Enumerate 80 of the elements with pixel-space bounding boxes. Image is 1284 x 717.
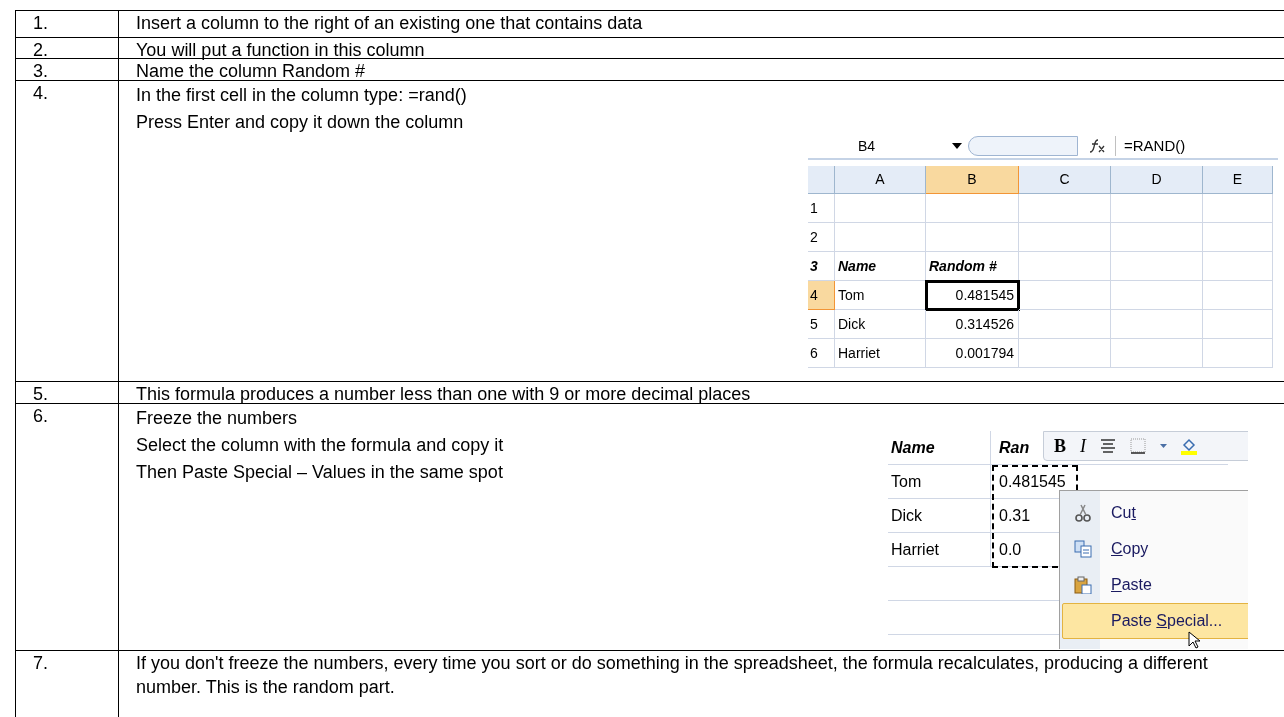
sheet-cell[interactable] (1203, 310, 1273, 339)
row-header[interactable]: 5 (808, 310, 835, 339)
sheet-cell[interactable] (1019, 252, 1111, 281)
formula-text[interactable]: =RAND() (1116, 134, 1186, 158)
column-header[interactable]: B (926, 166, 1019, 194)
select-all-corner[interactable] (808, 166, 835, 194)
instruction-text: This formula produces a number less than one with 9 or more decimal places (136, 384, 751, 404)
step-number: 7. (33, 653, 48, 673)
sheet-cell[interactable] (1019, 310, 1111, 339)
sheet-cell[interactable] (835, 223, 926, 252)
sheet-cell[interactable] (835, 194, 926, 223)
row-header[interactable]: 2 (808, 223, 835, 252)
row-header[interactable]: 4 (808, 281, 835, 310)
sheet-cell[interactable] (1203, 281, 1273, 310)
sheet-cell[interactable] (926, 194, 1019, 223)
instruction-text: If you don't freeze the numbers, every time you sort or do something in the spreadsheet, the formula recalculates, producing a different number. This is the random part. (136, 653, 1208, 697)
step-number: 1. (33, 13, 48, 33)
sheet-cell[interactable]: Name (835, 252, 926, 281)
sheet-cell[interactable]: 0.481545 (926, 281, 1019, 310)
instruction-text: Select the column with the formula and copy it (136, 435, 504, 455)
sheet-cell[interactable] (1019, 281, 1111, 310)
column-header[interactable]: A (835, 166, 926, 194)
sheet-cell[interactable]: 0.314526 (926, 310, 1019, 339)
sheet-cell[interactable] (1203, 223, 1273, 252)
sheet-cell[interactable] (1203, 339, 1273, 368)
step-number: 5. (33, 384, 48, 404)
name-box[interactable]: B4 (808, 135, 876, 157)
clipboard-icon[interactable] (1074, 576, 1092, 594)
sheet-cell[interactable] (1203, 194, 1273, 223)
sheet-cell[interactable]: Dick (835, 310, 926, 339)
row-header[interactable]: 3 (808, 252, 835, 281)
sheet-cell[interactable]: Harriet (888, 533, 991, 566)
sheet-cell[interactable]: Tom (888, 465, 991, 498)
instruction-text: Name the column Random # (136, 61, 366, 81)
sheet-cell[interactable] (1203, 252, 1273, 281)
step-number: 3. (33, 61, 48, 81)
sheet-cell[interactable]: Ran (991, 431, 1036, 464)
column-header[interactable]: D (1111, 166, 1203, 194)
instruction-text: Press Enter and copy it down the column (136, 112, 464, 132)
scissors-icon[interactable] (1074, 504, 1092, 522)
sheet-cell[interactable]: Harriet (835, 339, 926, 368)
sheet-cell[interactable] (1111, 194, 1203, 223)
row-header[interactable]: 6 (808, 339, 835, 368)
copy-icon[interactable] (1074, 540, 1092, 558)
bold-button[interactable]: B (1054, 432, 1066, 460)
sheet-cell[interactable]: Name (888, 431, 991, 464)
sheet-cell[interactable] (1111, 223, 1203, 252)
column-header[interactable]: C (1019, 166, 1111, 194)
menu-item[interactable]: Cut (1062, 495, 1248, 531)
sheet-cell[interactable]: Dick (888, 499, 991, 532)
instruction-text: Freeze the numbers (136, 408, 298, 428)
sheet-cell[interactable]: Tom (835, 281, 926, 310)
italic-button[interactable]: I (1080, 432, 1086, 460)
function-icon[interactable] (1088, 139, 1105, 153)
borders-icon[interactable] (1130, 437, 1146, 455)
sheet-cell[interactable] (1111, 281, 1203, 310)
dropdown-caret-icon[interactable] (952, 143, 962, 149)
menu-item[interactable]: Copy (1062, 531, 1248, 567)
sheet-cell[interactable] (1111, 252, 1203, 281)
sheet-cell[interactable] (1019, 339, 1111, 368)
instruction-text: You will put a function in this column (136, 40, 425, 60)
menu-item[interactable]: Paste (1062, 567, 1248, 603)
instruction-text: Insert a column to the right of an existing one that contains data (136, 13, 643, 33)
step-number: 2. (33, 40, 48, 60)
sheet-cell[interactable] (1111, 310, 1203, 339)
step-number: 6. (33, 406, 48, 426)
sheet-cell[interactable] (1111, 339, 1203, 368)
center-align-icon[interactable] (1100, 437, 1116, 455)
instruction-text: Then Paste Special – Values in the same spot (136, 462, 503, 482)
sheet-cell[interactable] (926, 223, 1019, 252)
instruction-text: In the first cell in the column type: =rand() (136, 85, 467, 105)
fill-color-icon[interactable] (1181, 437, 1197, 455)
sheet-cell[interactable]: 0.001794 (926, 339, 1019, 368)
sheet-cell[interactable]: Random # (926, 252, 1019, 281)
row-header[interactable]: 1 (808, 194, 835, 223)
sheet-cell[interactable] (1019, 194, 1111, 223)
menu-item[interactable]: Paste Special... (1062, 603, 1248, 639)
column-header[interactable]: E (1203, 166, 1273, 194)
step-number: 4. (33, 83, 48, 103)
sheet-cell[interactable] (1019, 223, 1111, 252)
